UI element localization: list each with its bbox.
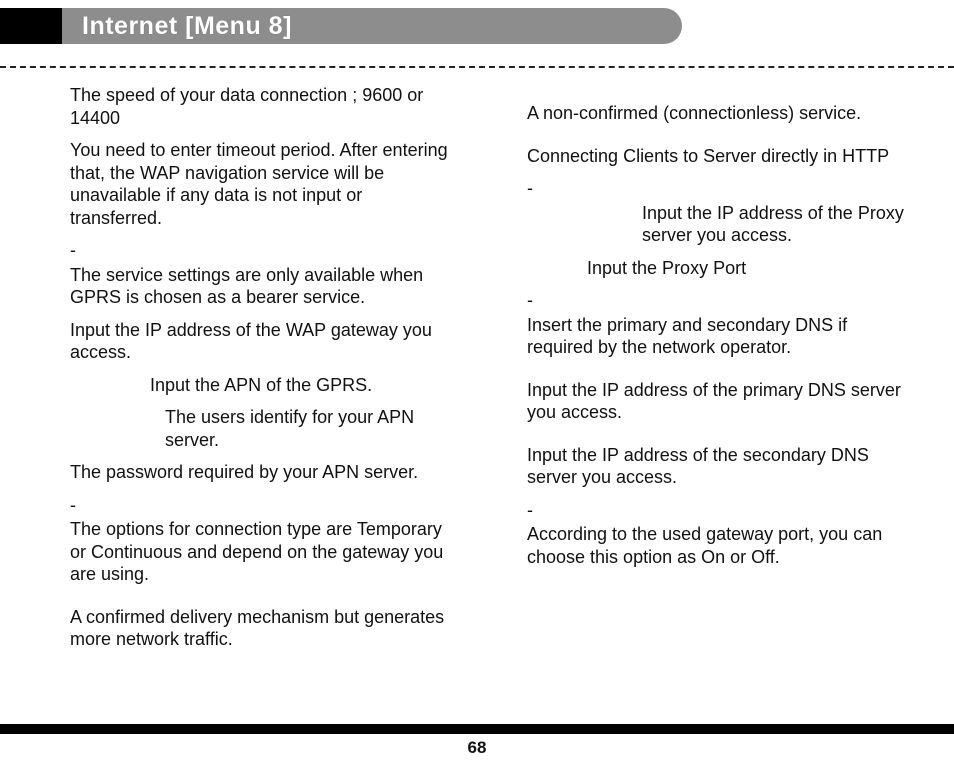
dash-secure: - xyxy=(527,499,904,522)
dash-proxy: - xyxy=(527,177,904,200)
text-gprs-only: The service settings are only available … xyxy=(70,264,455,309)
page-number: 68 xyxy=(0,738,954,758)
right-column: A non-confirmed (connectionless) service… xyxy=(477,84,954,684)
text-dns-intro: Insert the primary and secondary DNS if … xyxy=(527,314,904,359)
manual-page: Internet [Menu 8] The speed of your data… xyxy=(0,0,954,764)
text-password: The password required by your APN server… xyxy=(70,461,455,484)
text-proxy-ip: Input the IP address of the Proxy server… xyxy=(642,202,904,247)
page-title: Internet [Menu 8] xyxy=(82,12,292,41)
text-user-id: The users identify for your APN server. xyxy=(165,406,455,451)
text-secure: According to the used gateway port, you … xyxy=(527,523,904,568)
header-pill: Internet [Menu 8] xyxy=(62,8,682,44)
footer-bar xyxy=(0,724,954,734)
text-wap-ip: Input the IP address of the WAP gateway … xyxy=(70,319,455,364)
left-column: The speed of your data connection ; 9600… xyxy=(0,84,477,684)
text-proxy-port: Input the Proxy Port xyxy=(587,257,904,280)
header-bar: Internet [Menu 8] xyxy=(0,8,954,44)
text-primary-dns: Input the IP address of the primary DNS … xyxy=(527,379,904,424)
dashed-divider xyxy=(0,66,954,68)
text-confirmed: A confirmed delivery mechanism but gener… xyxy=(70,606,455,651)
text-data-speed: The speed of your data connection ; 9600… xyxy=(70,84,455,129)
text-apn: Input the APN of the GPRS. xyxy=(150,374,455,397)
dash-dns: - xyxy=(527,289,904,312)
text-secondary-dns: Input the IP address of the secondary DN… xyxy=(527,444,904,489)
text-http: Connecting Clients to Server directly in… xyxy=(527,145,904,168)
text-timeout: You need to enter timeout period. After … xyxy=(70,139,455,229)
text-conn-type: The options for connection type are Temp… xyxy=(70,518,455,586)
content-columns: The speed of your data connection ; 9600… xyxy=(0,84,954,684)
text-non-confirmed: A non-confirmed (connectionless) service… xyxy=(527,102,904,125)
dash-conn-type: - xyxy=(70,494,455,517)
header-black-box xyxy=(0,8,62,44)
dash-gprs-settings: - xyxy=(70,239,455,262)
